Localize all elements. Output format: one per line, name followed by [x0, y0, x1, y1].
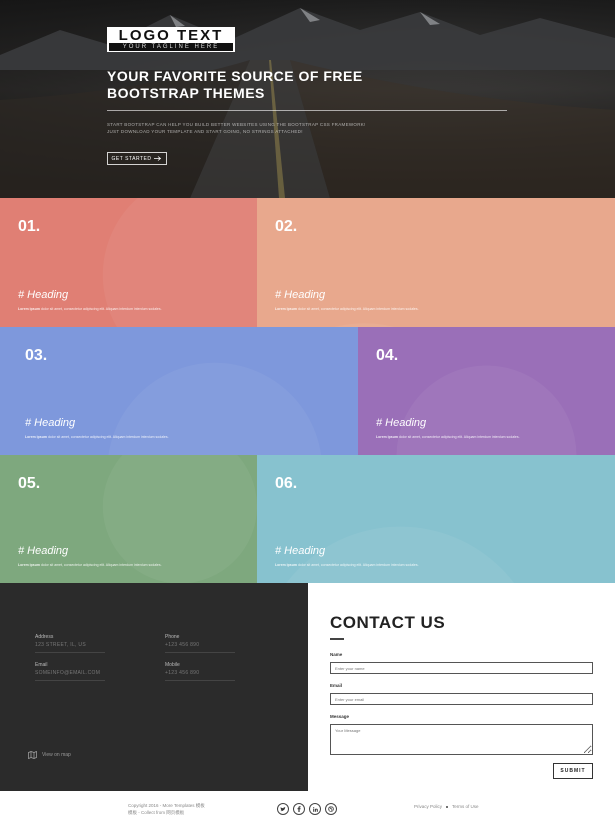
get-started-label: GET STARTED — [111, 155, 152, 162]
tile-number: 04. — [376, 347, 399, 364]
tile-heading: # Heading — [376, 417, 427, 429]
legal-links: Privacy Policy Terms of Use — [414, 804, 479, 809]
tile-heading: # Heading — [275, 545, 326, 557]
hero-title: YOUR FAVORITE SOURCE OF FREE BOOTSTRAP T… — [107, 68, 363, 101]
address-info: Address 123 STREET, IL, US — [35, 634, 105, 653]
privacy-policy-link[interactable]: Privacy Policy — [414, 804, 442, 809]
address-label: Address — [35, 634, 54, 640]
separator-dot — [446, 805, 449, 808]
tile-description: Lorem ipsum dolor sit amet, consectetur … — [275, 563, 419, 567]
logo-title: LOGO TEXT — [118, 27, 224, 44]
mobile-info: Mobile +123 456 890 — [165, 662, 235, 681]
address-value: 123 STREET, IL, US — [35, 642, 86, 648]
divider — [165, 680, 235, 681]
tile-description: Lorem ipsum dolor sit amet, consectetur … — [275, 307, 419, 311]
email-value: SOMEINFO@EMAIL.COM — [35, 670, 101, 676]
feature-tile-5[interactable]: 05. # Heading Lorem ipsum dolor sit amet… — [0, 455, 257, 583]
copyright-line-2: 模板 - Collect from 网页模板 — [128, 810, 185, 815]
feature-tile-1[interactable]: 01. # Heading Lorem ipsum dolor sit amet… — [0, 198, 257, 327]
terms-of-use-link[interactable]: Terms of Use — [452, 804, 479, 809]
title-underline — [330, 638, 344, 640]
tile-heading: # Heading — [25, 417, 76, 429]
view-on-map-link[interactable]: View on map — [28, 751, 71, 759]
tile-heading: # Heading — [18, 289, 69, 301]
hero-description: START BOOTSTRAP CAN HELP YOU BUILD BETTE… — [107, 122, 366, 134]
name-label: Name — [330, 652, 343, 657]
view-on-map-label: View on map — [42, 752, 71, 758]
message-field[interactable] — [330, 724, 593, 755]
hero-divider — [107, 110, 507, 111]
feature-tile-2[interactable]: 02. # Heading Lorem ipsum dolor sit amet… — [257, 198, 615, 327]
tile-number: 06. — [275, 475, 298, 492]
email-label: Email — [330, 683, 343, 688]
logo[interactable]: LOGO TEXT YOUR TAGLINE HERE — [107, 27, 235, 52]
hero-section: LOGO TEXT YOUR TAGLINE HERE YOUR FAVORIT… — [0, 0, 615, 198]
tile-heading: # Heading — [275, 289, 326, 301]
email-field[interactable] — [330, 693, 593, 705]
bottom-bar: Copyright 2016 - More Templates 模板 模板 - … — [0, 791, 615, 826]
arrow-right-icon — [154, 156, 162, 161]
contact-title: CONTACT US — [330, 613, 446, 632]
mobile-value: +123 456 890 — [165, 670, 200, 676]
social-links — [277, 803, 337, 815]
divider — [165, 652, 235, 653]
feature-tile-3[interactable]: 03. # Heading Lorem ipsum dolor sit amet… — [0, 327, 358, 455]
email-info: Email SOMEINFO@EMAIL.COM — [35, 662, 105, 681]
dribbble-icon[interactable] — [325, 803, 337, 815]
message-label: Message — [330, 714, 350, 719]
get-started-button[interactable]: GET STARTED — [107, 152, 167, 165]
mobile-label: Mobile — [165, 662, 180, 668]
tile-description: Lorem ipsum dolor sit amet, consectetur … — [18, 307, 162, 311]
email-label: Email — [35, 662, 48, 668]
phone-label: Phone — [165, 634, 180, 640]
contact-form-panel: CONTACT US Name Email Message SUBMIT — [308, 583, 615, 791]
tile-number: 05. — [18, 475, 41, 492]
tile-heading: # Heading — [18, 545, 69, 557]
logo-tagline: YOUR TAGLINE HERE — [109, 43, 233, 51]
divider — [35, 652, 105, 653]
divider — [35, 680, 105, 681]
feature-tile-4[interactable]: 04. # Heading Lorem ipsum dolor sit amet… — [358, 327, 615, 455]
feature-tile-6[interactable]: 06. # Heading Lorem ipsum dolor sit amet… — [257, 455, 615, 583]
linkedin-icon[interactable] — [309, 803, 321, 815]
tile-description: Lorem ipsum dolor sit amet, consectetur … — [18, 563, 162, 567]
tile-description: Lorem ipsum dolor sit amet, consectetur … — [25, 435, 169, 439]
contact-info-panel: Address 123 STREET, IL, US Phone +123 45… — [0, 583, 308, 791]
map-icon — [28, 751, 37, 759]
tile-number: 03. — [25, 347, 48, 364]
name-field[interactable] — [330, 662, 593, 674]
phone-info: Phone +123 456 890 — [165, 634, 235, 653]
twitter-icon[interactable] — [277, 803, 289, 815]
phone-value: +123 456 890 — [165, 642, 200, 648]
tile-number: 01. — [18, 218, 41, 235]
copyright-line-1: Copyright 2016 - More Templates 模板 — [128, 803, 205, 808]
tile-description: Lorem ipsum dolor sit amet, consectetur … — [376, 435, 520, 439]
facebook-icon[interactable] — [293, 803, 305, 815]
submit-button[interactable]: SUBMIT — [553, 763, 593, 779]
tile-number: 02. — [275, 218, 298, 235]
copyright: Copyright 2016 - More Templates 模板 模板 - … — [128, 802, 205, 816]
